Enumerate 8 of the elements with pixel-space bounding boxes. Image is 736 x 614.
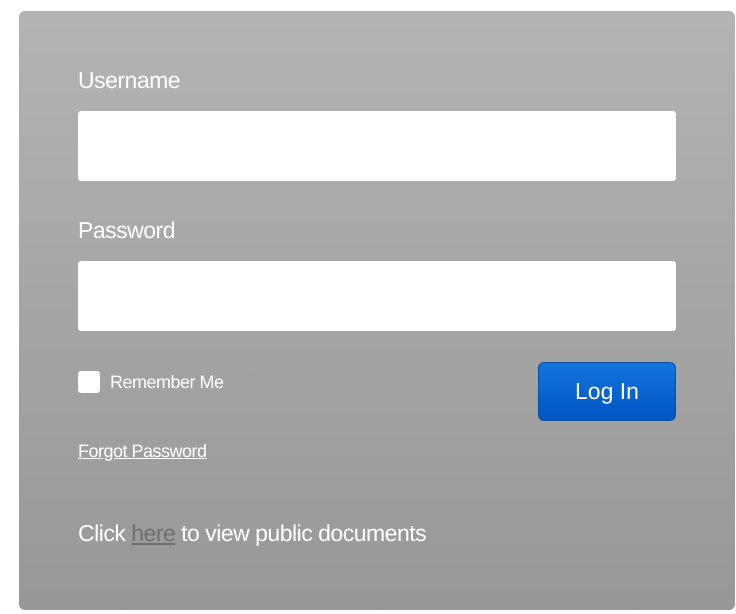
checkbox-label: Remember Me [110,371,224,393]
input-field[interactable] [78,111,676,181]
field-label: Password [78,217,176,244]
input-field[interactable] [78,261,676,331]
checkbox[interactable] [78,371,100,393]
forgot-password-link[interactable]: Forgot Password [78,439,207,463]
login-button[interactable]: Log In [538,362,676,421]
field-label: Username [78,67,182,94]
